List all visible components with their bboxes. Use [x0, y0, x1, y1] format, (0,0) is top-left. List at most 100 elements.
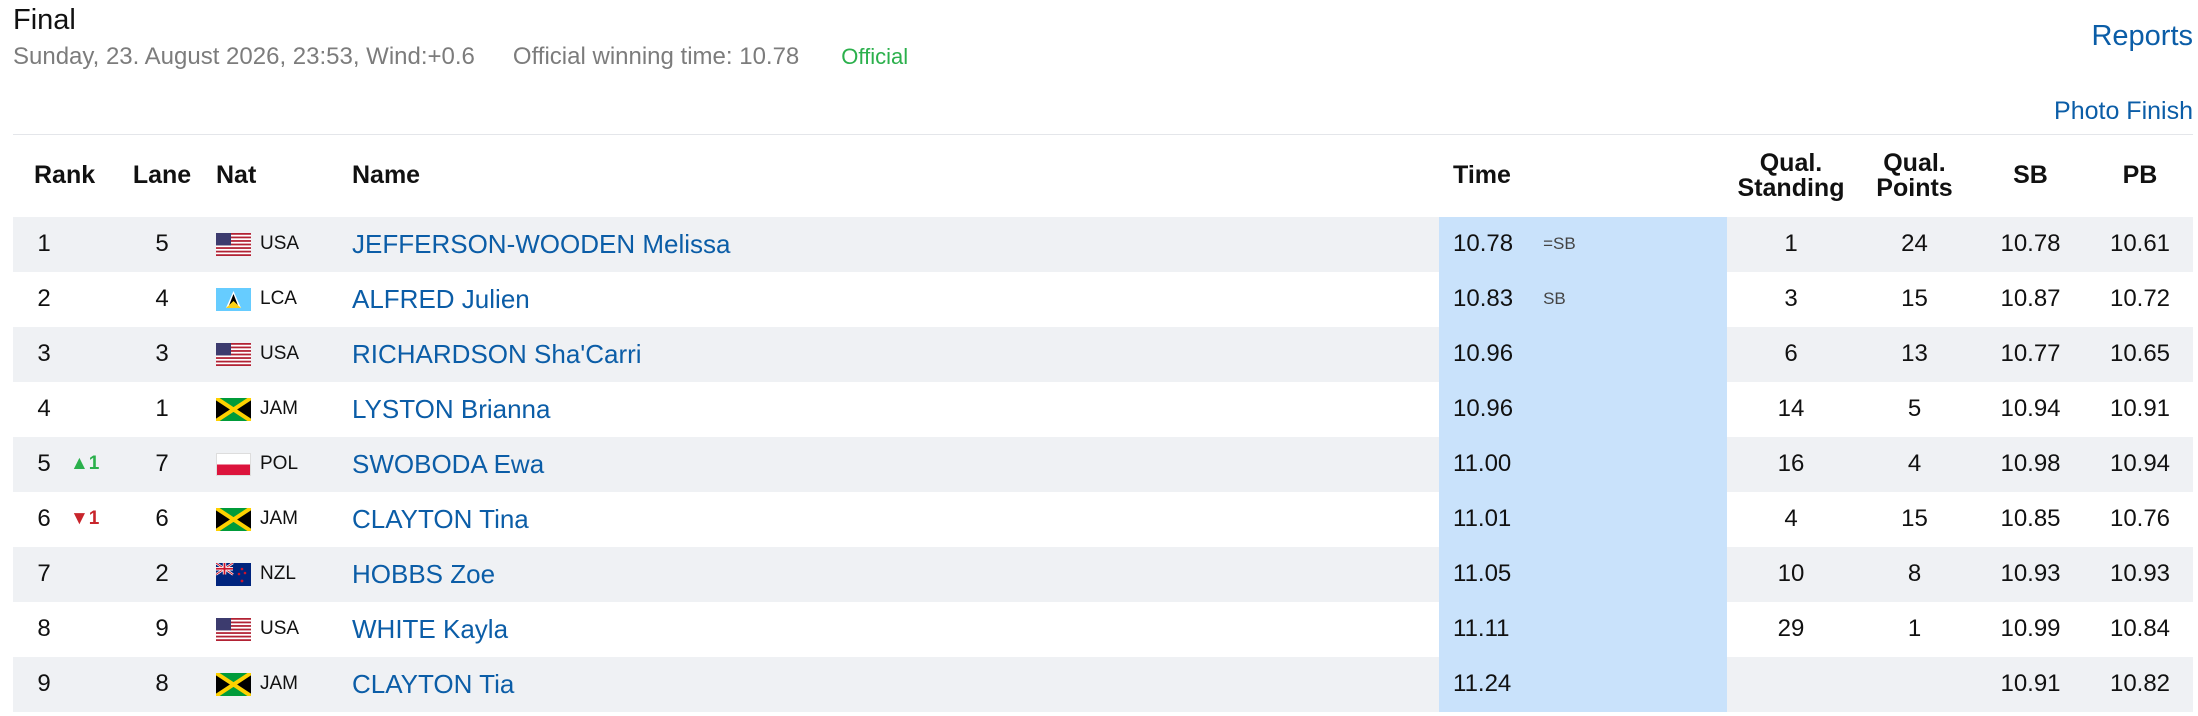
flag-icon-nzl: [215, 561, 251, 586]
cell-qual-points: 15: [1901, 505, 1928, 532]
time-value: 10.96: [1453, 340, 1514, 367]
cell-qual-points: [1855, 657, 1974, 712]
cell-qual-points: 4: [1907, 450, 1922, 477]
rank-value: 3: [37, 340, 51, 367]
athlete-name-link[interactable]: CLAYTON Tina: [352, 504, 529, 534]
rank-change-indicator: ▼1: [70, 508, 100, 529]
cell-nat: JAM: [208, 382, 352, 437]
cell-name: HOBBS Zoe: [352, 547, 1439, 602]
cell-qual-points: 15: [1901, 285, 1928, 312]
col-header-pb[interactable]: PB: [2087, 135, 2193, 217]
cell-nat: JAM: [208, 492, 352, 547]
time-value: 11.24: [1453, 670, 1512, 697]
cell-time: 10.78 =SB: [1439, 216, 1727, 272]
nat-code: USA: [260, 233, 300, 254]
results-table: Rank Lane Nat Name Time Qual. Standing Qu…: [13, 134, 2193, 712]
cell-name: WHITE Kayla: [352, 602, 1439, 657]
results-table-container: Rank Lane Nat Name Time Qual. Standing Qu…: [13, 134, 2193, 712]
table-row: 3 3 USA RICHARDSON Sha'Carri 10.96 6 13 10.77 10…: [13, 326, 2193, 382]
athlete-name-link[interactable]: LYSTON Brianna: [352, 394, 550, 424]
cell-name: RICHARDSON Sha'Carri: [352, 327, 1439, 382]
time-value: 10.83: [1453, 285, 1514, 312]
table-row: 7 2 NZL HOBBS Zoe 11.05 10 8 10.93 10.93: [13, 546, 2193, 602]
nat-code: JAM: [260, 398, 298, 419]
col-header-lane[interactable]: Lane: [116, 135, 208, 217]
flag-icon-jam: [214, 670, 253, 698]
nat-code: USA: [260, 343, 300, 364]
flag-icon-jam: [214, 505, 253, 533]
cell-qual-points: 8: [1907, 560, 1922, 587]
rank-value: 5: [37, 450, 51, 477]
cell-sb: 10.93: [2000, 560, 2061, 587]
cell-pb: 10.93: [2109, 560, 2171, 587]
cell-name: ALFRED Julien: [352, 272, 1439, 327]
athlete-name-link[interactable]: CLAYTON Tia: [352, 669, 514, 699]
col-header-qual-standing[interactable]: Qual. Standing: [1727, 135, 1855, 217]
cell-qual-standing: 6: [1784, 340, 1798, 367]
athlete-name-link[interactable]: HOBBS Zoe: [352, 559, 495, 589]
cell-nat: POL: [208, 437, 352, 492]
cell-name: CLAYTON Tia: [352, 657, 1439, 712]
cell-sb: 10.98: [2000, 450, 2061, 477]
athlete-name-link[interactable]: SWOBODA Ewa: [352, 449, 544, 479]
cell-qual-points: 13: [1901, 340, 1928, 367]
photo-finish-link[interactable]: Photo Finish: [2054, 97, 2193, 126]
cell-time: 11.11: [1439, 601, 1727, 657]
nat-code: POL: [260, 453, 299, 474]
col-header-rank[interactable]: Rank: [13, 135, 116, 217]
rank-value: 6: [37, 505, 51, 532]
athlete-name-link[interactable]: WHITE Kayla: [352, 614, 508, 644]
cell-lane: 2: [155, 560, 169, 587]
cell-name: LYSTON Brianna: [352, 382, 1439, 437]
cell-rank: 9: [13, 657, 116, 712]
cell-rank: 7: [13, 547, 116, 602]
cell-pb: 10.94: [2109, 450, 2171, 477]
time-value: 11.11: [1453, 615, 1510, 642]
cell-nat: JAM: [208, 657, 352, 712]
reports-link[interactable]: Reports: [2091, 20, 2193, 53]
flag-icon-usa: [216, 342, 251, 366]
cell-sb: 10.99: [2000, 615, 2061, 642]
cell-sb: 10.91: [2000, 670, 2061, 697]
col-header-time[interactable]: Time: [1439, 135, 1727, 217]
cell-rank: 5 ▲1: [13, 437, 116, 492]
cell-lane: 6: [155, 505, 169, 532]
rank-value: 4: [37, 395, 51, 422]
athlete-name-link[interactable]: RICHARDSON Sha'Carri: [352, 339, 642, 369]
cell-pb: 10.65: [2109, 340, 2171, 367]
cell-time: 10.96: [1439, 381, 1727, 437]
col-header-nat[interactable]: Nat: [208, 135, 352, 217]
col-header-qual-points[interactable]: Qual. Points: [1855, 135, 1974, 217]
cell-name: JEFFERSON-WOODEN Melissa: [352, 217, 1439, 272]
event-meta: Sunday, 23. August 2026, 23:53, Wind:+0.…: [13, 43, 908, 71]
nat-code: USA: [260, 618, 300, 639]
col-header-name[interactable]: Name: [352, 135, 1439, 217]
col-header-sb[interactable]: SB: [1974, 135, 2087, 217]
cell-time: 10.96: [1439, 326, 1727, 382]
time-value: 10.78: [1453, 230, 1514, 257]
rank-change-indicator: ▲1: [70, 453, 100, 474]
cell-lane: 8: [155, 670, 169, 697]
table-row: 6 ▼1 6 JAM CLAYTON Tina 11.01 4 15 10.85 10.76: [13, 491, 2193, 547]
flag-icon-usa: [216, 232, 251, 256]
page-title: Final: [13, 4, 76, 36]
table-row: 1 5 USA JEFFERSON-WOODEN Melissa 10.78 =SB 1 24…: [13, 216, 2193, 272]
athlete-name-link[interactable]: JEFFERSON-WOODEN Melissa: [352, 229, 730, 259]
col-header-qual-standing-line2: Standing: [1737, 173, 1845, 202]
athlete-name-link[interactable]: ALFRED Julien: [352, 284, 530, 314]
cell-qual-standing: 3: [1784, 285, 1798, 312]
cell-sb: 10.94: [2000, 395, 2061, 422]
time-value: 11.01: [1453, 505, 1512, 532]
rank-value: 8: [37, 615, 51, 642]
cell-qual-standing: 1: [1784, 230, 1798, 257]
cell-qual-standing: 14: [1777, 395, 1805, 422]
flag-icon-pol: [216, 452, 251, 476]
cell-lane: 9: [155, 615, 169, 642]
cell-qual-standing: 4: [1784, 505, 1798, 532]
cell-qual-standing: 10: [1777, 560, 1805, 587]
cell-rank: 2: [13, 272, 116, 327]
col-header-qual-standing-line1: Qual.: [1759, 148, 1823, 177]
cell-lane: 4: [155, 285, 169, 312]
time-value: 11.00: [1453, 450, 1512, 477]
cell-rank: 1: [13, 217, 116, 272]
